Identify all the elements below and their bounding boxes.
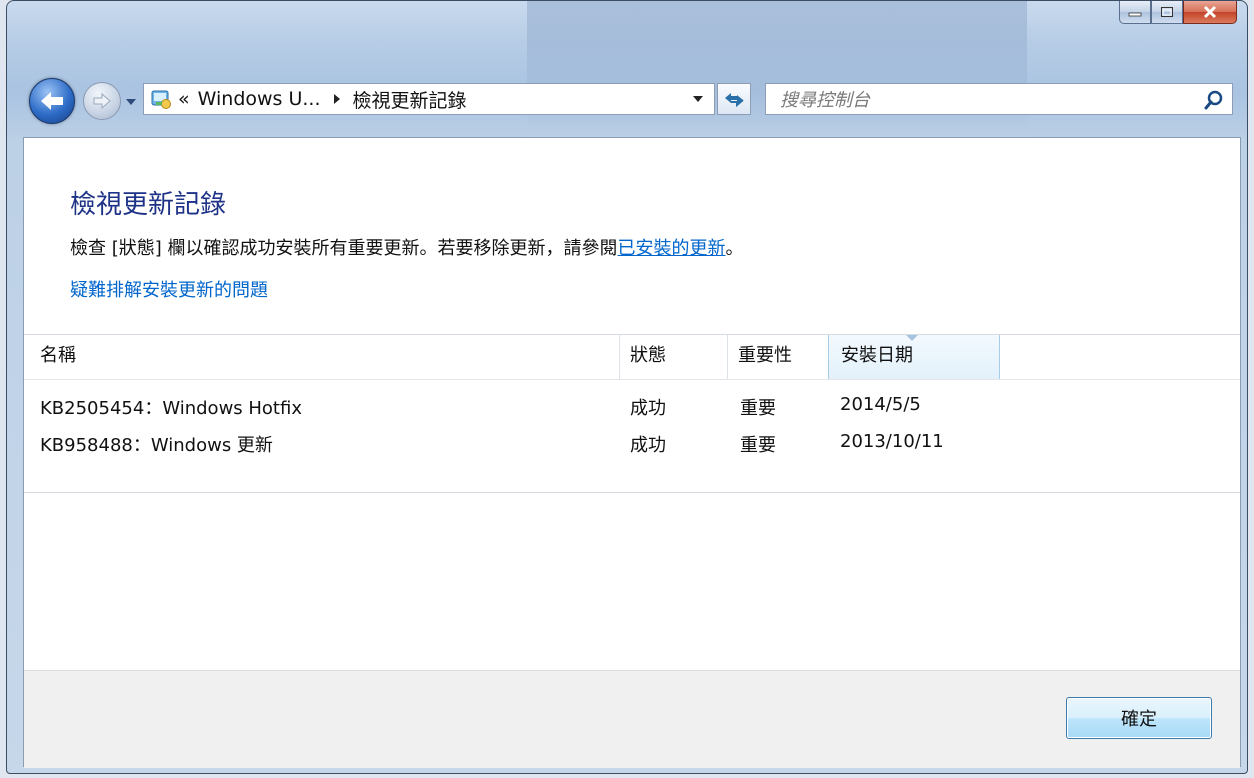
page-title: 檢視更新記錄 (70, 190, 227, 220)
window-frame: « Windows U... 檢視更新記錄 檢視更新記錄 檢查 [狀態] 欄以確… (6, 0, 1248, 774)
breadcrumb-separator-icon[interactable] (333, 93, 341, 105)
minimize-button[interactable] (1119, 1, 1151, 24)
instruction-end: 。 (725, 238, 744, 259)
column-header-importance[interactable]: 重要性 (728, 335, 828, 379)
instruction-text: 檢查 [狀態] 欄以確認成功安裝所有重要更新。若要移除更新，請參閱已安裝的更新。 (70, 234, 744, 260)
breadcrumb-current[interactable]: 檢視更新記錄 (353, 86, 467, 113)
maximize-icon (1161, 7, 1173, 17)
arrow-left-icon (41, 92, 63, 110)
list-header: 名稱 狀態 重要性 安裝日期 (24, 334, 1240, 380)
table-row[interactable]: KB958488：Windows 更新 成功 重要 2013/10/11 (24, 425, 1240, 462)
update-list: KB2505454：Windows Hotfix 成功 重要 2014/5/5 … (24, 388, 1240, 462)
refresh-button[interactable] (717, 83, 751, 115)
search-icon[interactable] (1204, 90, 1224, 110)
troubleshoot-link[interactable]: 疑難排解安裝更新的問題 (70, 276, 268, 302)
column-header-name[interactable]: 名稱 (24, 335, 620, 379)
control-panel-icon (151, 90, 171, 109)
content-pane: 檢視更新記錄 檢查 [狀態] 欄以確認成功安裝所有重要更新。若要移除更新，請參閱… (23, 137, 1241, 768)
recent-pages-dropdown[interactable] (125, 97, 137, 107)
address-dropdown-icon[interactable] (692, 95, 704, 103)
refresh-icon (725, 93, 744, 108)
address-bar[interactable]: « Windows U... 檢視更新記錄 (143, 83, 715, 115)
table-row[interactable]: KB2505454：Windows Hotfix 成功 重要 2014/5/5 (24, 388, 1240, 425)
close-button[interactable] (1183, 1, 1237, 24)
back-button[interactable] (29, 78, 75, 124)
row-date: 2013/10/11 (840, 431, 944, 452)
column-header-status[interactable]: 狀態 (620, 335, 728, 379)
row-status: 成功 (630, 435, 666, 456)
column-header-install-date[interactable]: 安裝日期 (828, 335, 1000, 379)
instruction-body: 檢查 [狀態] 欄以確認成功安裝所有重要更新。若要移除更新，請參閱 (70, 238, 618, 259)
breadcrumb-overflow[interactable]: « (178, 88, 190, 110)
caption-buttons (1119, 1, 1237, 24)
maximize-button[interactable] (1151, 1, 1183, 24)
close-icon (1203, 5, 1217, 19)
row-name: KB958488：Windows 更新 (40, 435, 273, 456)
row-date: 2014/5/5 (840, 394, 921, 415)
row-name: KB2505454：Windows Hotfix (40, 398, 302, 419)
search-box[interactable] (765, 83, 1233, 115)
installed-updates-link[interactable]: 已安裝的更新 (618, 238, 726, 259)
search-input[interactable] (778, 88, 1182, 112)
list-bottom-divider (24, 492, 1240, 493)
arrow-right-icon (93, 92, 111, 110)
breadcrumb-windows-update[interactable]: Windows U... (198, 88, 321, 110)
ok-button[interactable]: 確定 (1066, 697, 1212, 739)
row-status: 成功 (630, 398, 666, 419)
row-importance: 重要 (740, 435, 776, 456)
dialog-footer: 確定 (24, 670, 1240, 768)
column-header-install-date-label: 安裝日期 (841, 345, 913, 366)
navigation-bar: « Windows U... 檢視更新記錄 (25, 69, 1241, 127)
forward-button[interactable] (83, 82, 121, 120)
row-importance: 重要 (740, 398, 776, 419)
chevron-down-icon (126, 99, 136, 105)
minimize-icon (1128, 12, 1142, 17)
